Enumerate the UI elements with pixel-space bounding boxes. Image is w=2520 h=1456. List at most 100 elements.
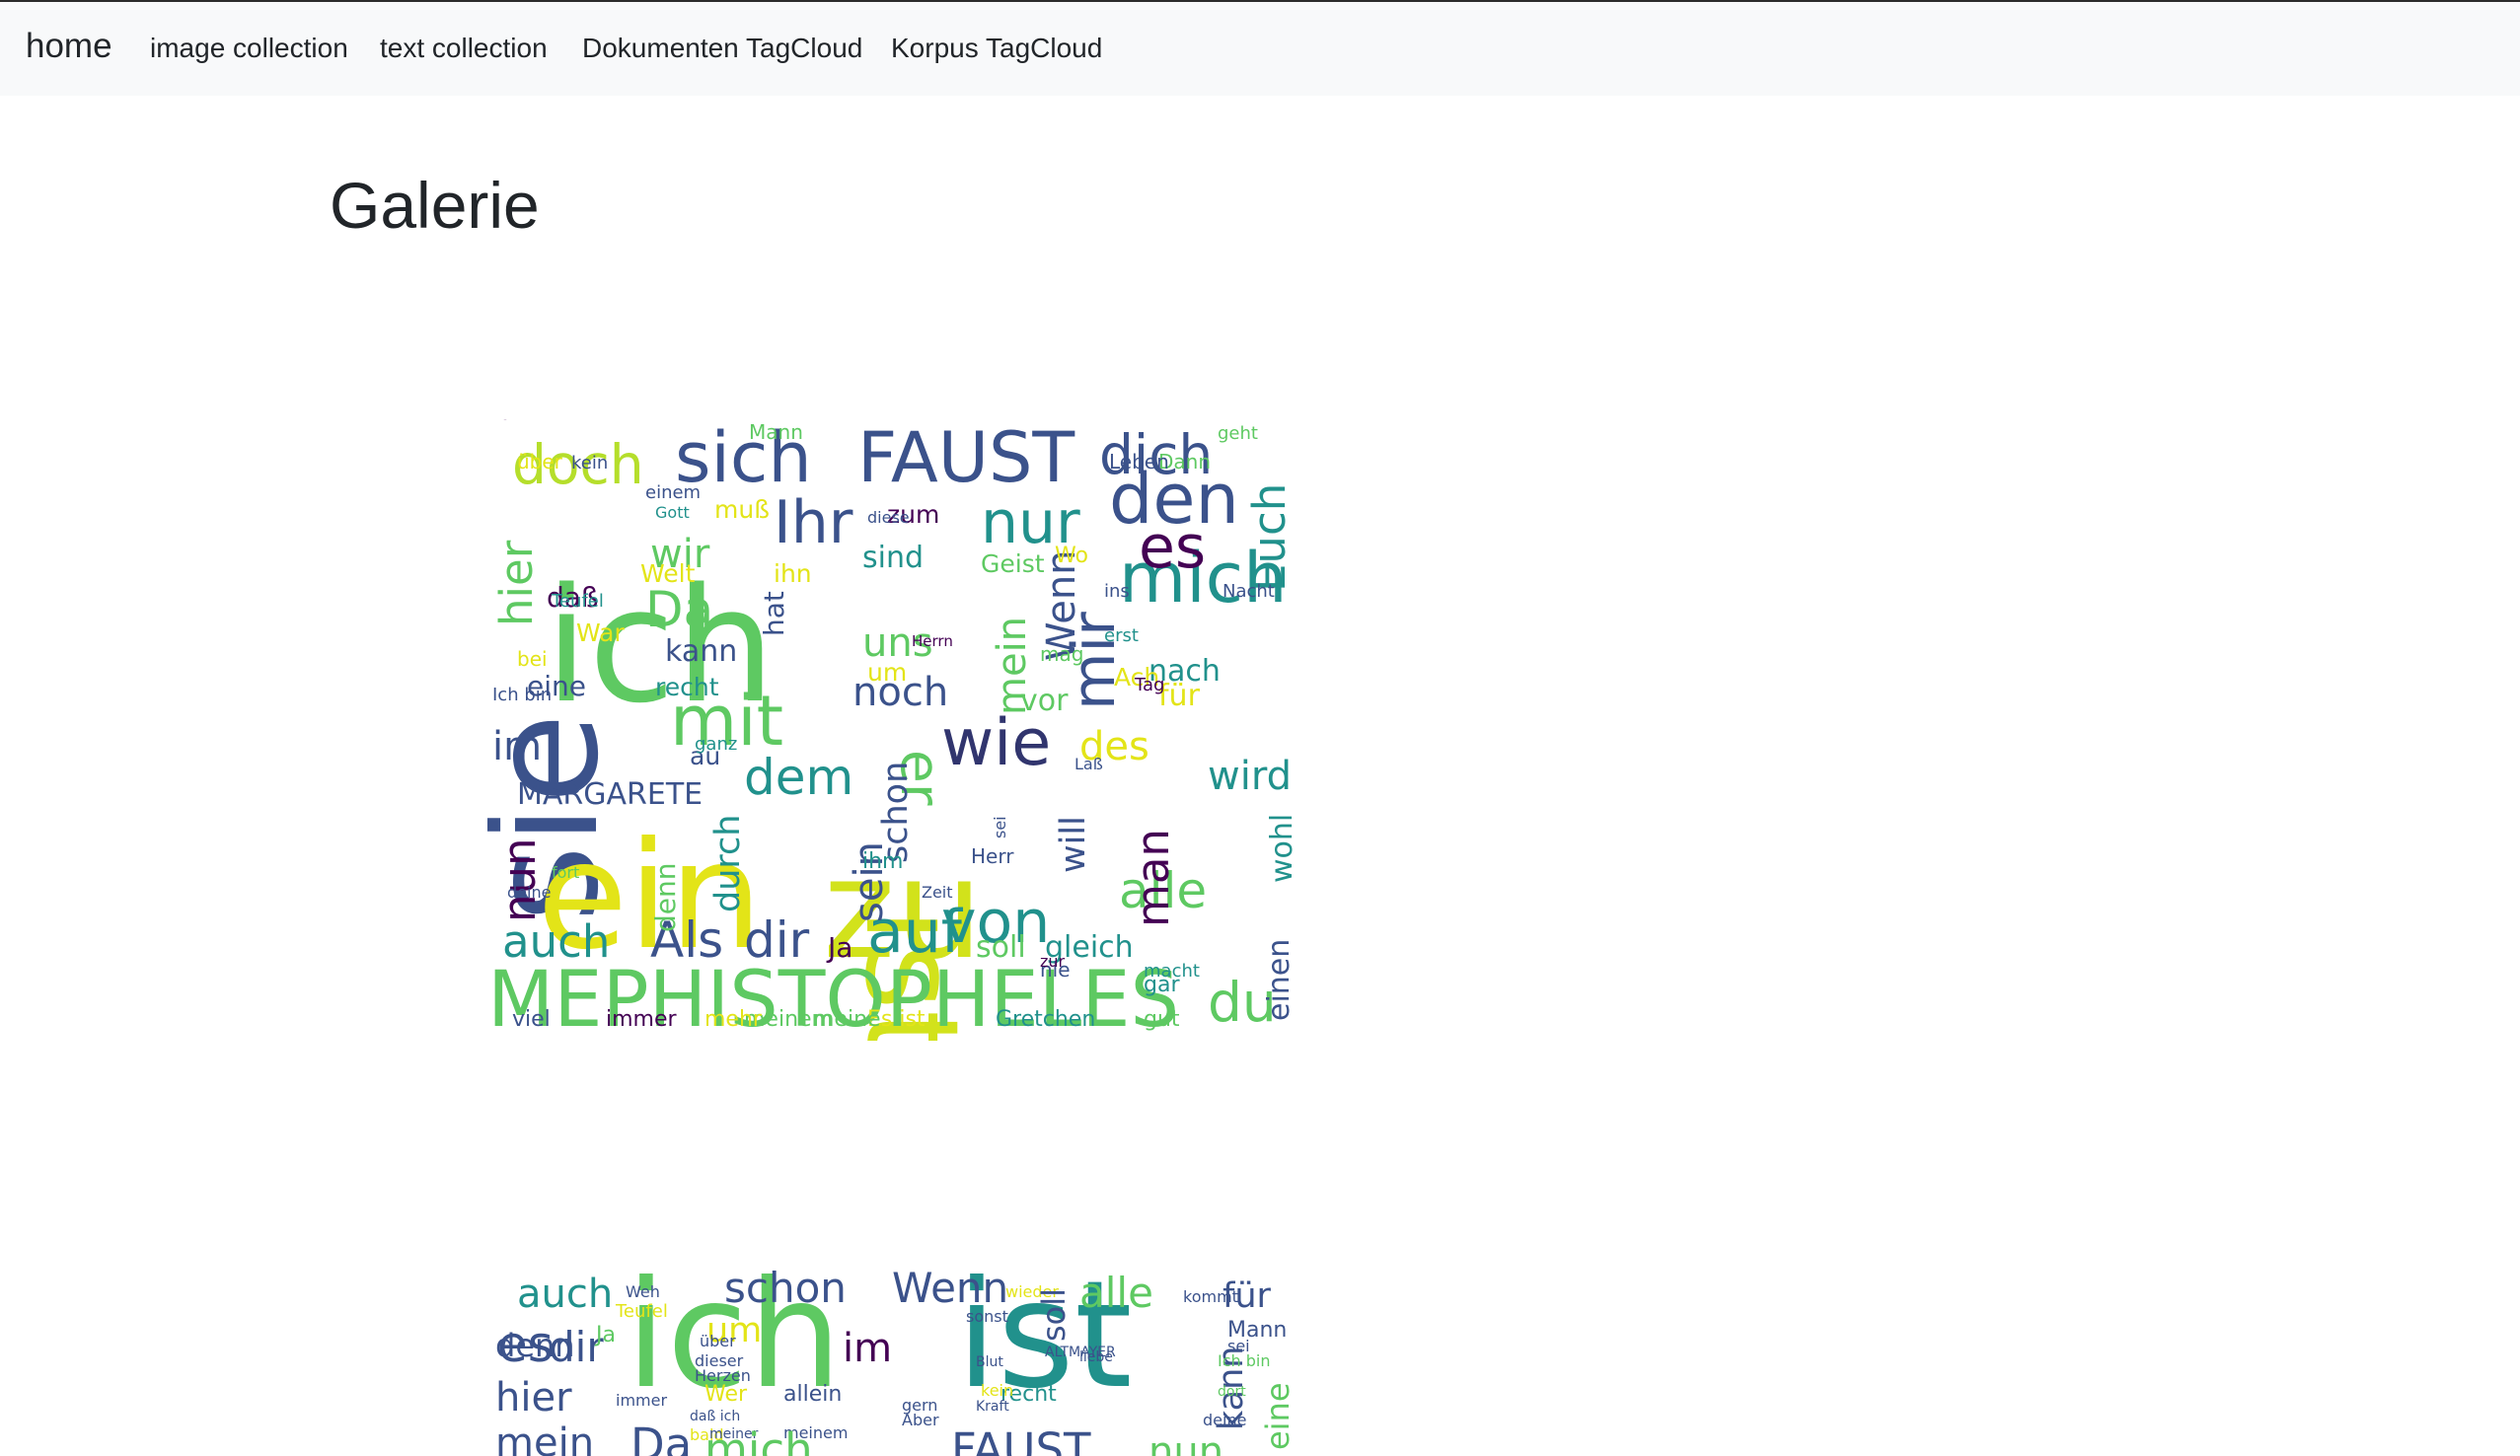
cloud-word: kein <box>571 453 608 473</box>
cloud-word: alle <box>1079 1269 1153 1317</box>
cloud-word: daß ich <box>690 1409 740 1424</box>
cloud-word: FAUST <box>857 419 1075 498</box>
cloud-word: man <box>1127 829 1179 927</box>
cloud-word: ganz <box>695 734 737 755</box>
cloud-word: soll <box>976 930 1026 965</box>
cloud-word: Blut <box>976 1354 1003 1370</box>
cloud-word: mich <box>704 1423 813 1456</box>
cloud-word: Laß <box>1075 755 1103 773</box>
cloud-word: muß <box>714 495 770 524</box>
cloud-word: denn <box>495 1327 575 1364</box>
cloud-word: Kraft <box>976 1399 1009 1415</box>
cloud-word: vor <box>1020 684 1069 718</box>
wordcloud-svg-1: ichsieein zuistMEPHISTOPHELESsich FAUSTmit… <box>487 419 1299 1041</box>
cloud-word: dieser <box>695 1351 744 1370</box>
cloud-word: mehr <box>704 1007 763 1032</box>
nav-link-image-collection[interactable]: image collection <box>150 33 348 64</box>
cloud-word: geht <box>1218 423 1258 444</box>
cloud-word: hier <box>495 1375 572 1420</box>
cloud-word: Leben <box>1109 450 1169 473</box>
cloud-word: Herr <box>971 844 1014 868</box>
cloud-word: Herrn <box>912 632 953 650</box>
wordcloud-image-2: ich ist schon Wenn alle auch es dir im hier mein de… <box>487 1253 1306 1456</box>
cloud-word: macht <box>1144 961 1200 982</box>
cloud-word: Welt <box>640 559 696 588</box>
cloud-word: dir <box>744 911 810 969</box>
cloud-word: bei <box>517 647 548 671</box>
cloud-word: MARGARETE <box>517 777 703 812</box>
wordcloud-image-1: ich sie ein zu ist MEPHISTOPHELES sich FAUST mit… <box>487 419 1306 1041</box>
cloud-word: ALTMAYER <box>1045 1345 1116 1360</box>
cloud-word: hier <box>490 540 543 626</box>
cloud-word: Ja <box>826 931 852 964</box>
cloud-word: mein <box>495 1420 594 1456</box>
cloud-word: im <box>843 1326 892 1371</box>
cloud-word: es <box>1139 513 1206 582</box>
cloud-word: über <box>700 1332 736 1350</box>
cloud-word: Ja <box>594 1323 616 1347</box>
cloud-word: Gott <box>655 503 690 522</box>
cloud-word: kein <box>981 1381 1013 1400</box>
nav-brand-home[interactable]: home <box>26 27 112 66</box>
cloud-word: vom <box>487 419 531 424</box>
cloud-word: mag <box>1040 642 1083 666</box>
cloud-word: zur <box>1040 952 1066 971</box>
cloud-word: FAUST <box>951 1423 1091 1456</box>
navbar: home image collection text collection Do… <box>0 0 2520 96</box>
cloud-word: gut <box>1144 1007 1180 1032</box>
cloud-word: Euch <box>1243 483 1296 592</box>
cloud-word: durch <box>708 815 748 912</box>
cloud-word: Ihr <box>774 488 853 557</box>
cloud-word: nun <box>493 837 546 922</box>
cloud-word: im <box>492 724 542 769</box>
nav-link-text-collection[interactable]: text collection <box>380 33 548 64</box>
cloud-word: über <box>517 450 563 473</box>
cloud-word: kann <box>665 634 737 669</box>
cloud-word: Aber <box>902 1411 939 1429</box>
cloud-word: einem <box>645 482 701 503</box>
cloud-word: Da <box>645 581 713 638</box>
wordcloud-svg-2: ich istschon Wenn alleauchesdir imhiermeinde… <box>495 1253 1297 1456</box>
cloud-word: denn <box>649 863 682 933</box>
cloud-word: Weh <box>626 1282 660 1301</box>
cloud-word: dem <box>744 749 853 806</box>
nav-link-korpus-tagcloud[interactable]: Korpus TagCloud <box>891 33 1102 64</box>
cloud-word: auch <box>517 1272 613 1317</box>
cloud-word: deine <box>1203 1411 1246 1429</box>
cloud-word: deine <box>507 883 551 902</box>
cloud-word: sei <box>1227 1337 1250 1355</box>
cloud-word: erst <box>1104 625 1139 646</box>
cloud-word: Ich bin <box>492 685 552 705</box>
cloud-word: immer <box>606 1007 678 1032</box>
cloud-word: wird <box>1208 754 1292 799</box>
cloud-word: um <box>867 658 907 687</box>
cloud-word: immer <box>616 1391 667 1410</box>
cloud-word: Teufel <box>551 591 604 612</box>
cloud-word: Gretchen <box>996 1007 1095 1032</box>
cloud-word: schon <box>724 1264 847 1312</box>
cloud-word: wohl <box>1265 814 1299 883</box>
cloud-word: Da <box>630 1419 692 1456</box>
cloud-word: nun <box>1149 1429 1223 1456</box>
cloud-word: Tag <box>1134 675 1164 695</box>
cloud-word: Nacht <box>1223 581 1275 602</box>
cloud-word: War <box>576 619 625 647</box>
cloud-word: Wenn <box>892 1264 1008 1312</box>
cloud-word: dort <box>1218 1384 1246 1400</box>
nav-link-dokumenten-tagcloud[interactable]: Dokumenten TagCloud <box>582 33 862 64</box>
page-title: Galerie <box>330 169 540 242</box>
cloud-word: will <box>1054 816 1093 873</box>
cloud-word: eine <box>1259 1382 1297 1450</box>
cloud-word: ihm <box>862 849 904 874</box>
cloud-word: sei <box>991 816 1009 838</box>
cloud-word: soll <box>1035 1288 1073 1342</box>
cloud-word: Wo <box>1055 544 1088 568</box>
cloud-word: kommt <box>1183 1287 1238 1306</box>
cloud-word: Teufel <box>615 1301 668 1322</box>
cloud-word: ins <box>1104 581 1130 602</box>
cloud-word: Mann <box>749 420 803 444</box>
cloud-word: diese <box>867 508 910 527</box>
cloud-word: Geist <box>981 549 1045 578</box>
cloud-word: auch <box>502 915 610 968</box>
cloud-word: fort <box>552 863 579 882</box>
